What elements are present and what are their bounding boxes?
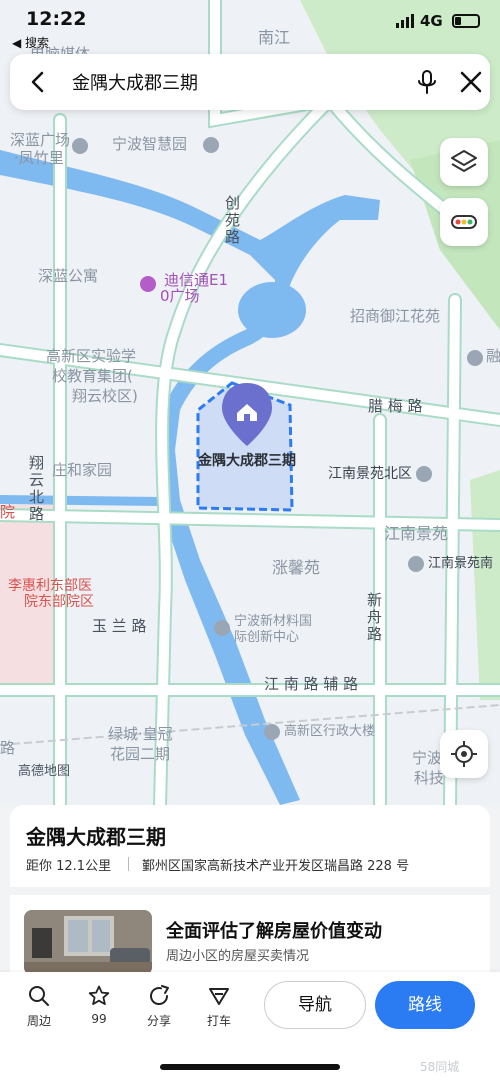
- map-label-fengzhuli: ·凤竹里: [14, 149, 64, 167]
- map-label-school-1: 高新区实验学: [46, 347, 137, 365]
- map-label-lemei-road: 腊 梅 路: [368, 397, 423, 415]
- status-bar: 12:22 ◀ 搜索 4G: [0, 0, 500, 50]
- favorite-count: 99: [91, 1012, 107, 1026]
- poi-dot-icon: [408, 556, 424, 572]
- poi-dot-icon: [416, 466, 432, 482]
- back-arrow-icon[interactable]: [24, 68, 52, 96]
- search-icon: [29, 986, 49, 1006]
- map-label-ningbo-keji: 宁波: [412, 749, 443, 767]
- map-label-chuangyuan-road: 创苑路: [223, 195, 241, 246]
- map-label-zhuanghe: 庄和家园: [52, 461, 113, 479]
- map-label-hospital-2: 院东部院区: [24, 594, 94, 610]
- nearby-button[interactable]: 周边: [14, 984, 64, 1029]
- layers-icon: [451, 150, 477, 172]
- network-type: 4G: [420, 12, 443, 30]
- map-label-yulan-road: 玉 兰 路: [92, 617, 147, 635]
- map-label-xinzhou-road: 新舟路: [365, 592, 383, 643]
- poi-dot-icon: [264, 724, 280, 740]
- place-address: 鄞州区国家高新技术产业开发区瑞昌路 228 号: [142, 859, 410, 874]
- poi-dot-icon: [467, 350, 483, 366]
- map-label-jiangnan-jingyuan: 江南景苑: [384, 524, 449, 543]
- home-indicator[interactable]: [160, 1064, 340, 1070]
- search-query-text[interactable]: 金隅大成郡三期: [72, 69, 198, 95]
- place-detail-card[interactable]: 金隅大成郡三期 距你 12.1公里 鄞州区国家高新技术产业开发区瑞昌路 228 …: [10, 805, 490, 975]
- map-label-dixintong-2: 0广场: [160, 287, 200, 305]
- map-label-right-partial: 融: [486, 347, 500, 365]
- microphone-icon[interactable]: [412, 67, 442, 97]
- poi-dot-icon: [214, 620, 230, 636]
- locate-icon: [451, 741, 477, 767]
- taxi-icon: [209, 988, 229, 1005]
- map-label-zhaoshang: 招商御江花苑: [350, 307, 441, 325]
- search-bar[interactable]: 金隅大成郡三期: [10, 54, 490, 110]
- map-label-zhangxin: 涨馨苑: [272, 558, 321, 577]
- map-label-xincai-2: 际创新中心: [234, 630, 300, 645]
- map-label-jiangnan-jingyuan-south: 江南景苑南: [428, 556, 494, 571]
- map-label-lvcheng-1: 绿城·皇冠: [108, 725, 173, 743]
- close-icon[interactable]: [456, 67, 486, 97]
- poi-dot-icon: [72, 138, 88, 154]
- map-label-jiangnan-jingyuan-north: 江南景苑北区: [328, 466, 412, 482]
- map-label-gaoxin-xingzheng: 高新区行政大楼: [284, 724, 376, 739]
- share-icon: [150, 985, 169, 1005]
- place-title: 金隅大成郡三期: [26, 825, 166, 849]
- taxi-button[interactable]: 打车: [194, 984, 244, 1029]
- status-time: 12:22: [26, 8, 87, 30]
- share-label: 分享: [146, 1014, 171, 1028]
- map-label-ningbo-zhihui: 宁波智慧园: [112, 135, 188, 153]
- signal-icon: [396, 14, 414, 28]
- promo-title[interactable]: 全面评估了解房屋价值变动: [166, 917, 382, 943]
- watermark: 58同城: [420, 1060, 460, 1074]
- living-room-image: [24, 910, 152, 975]
- place-distance: 距你 12.1公里: [26, 859, 112, 874]
- battery-icon: [452, 14, 480, 28]
- traffic-icon: [451, 215, 477, 229]
- section-divider: [10, 887, 490, 895]
- nearby-label: 周边: [26, 1014, 51, 1028]
- promo-subtitle: 周边小区的房屋买卖情况: [166, 949, 310, 964]
- taxi-label: 打车: [206, 1014, 231, 1028]
- back-to-app[interactable]: ◀ 搜索: [12, 34, 49, 51]
- map-logo-gaode: 高德地图: [18, 764, 71, 779]
- map-label-shenlan-gongyu: 深蓝公寓: [38, 267, 99, 285]
- map-label-left-road-partial: 路: [0, 739, 16, 757]
- map-view[interactable]: 电脑媒体 南江 宁波智慧园 深蓝广场 ·凤竹里 创苑路 深蓝公寓 迪信通E1 0…: [0, 0, 500, 805]
- map-label-jiangnan-fudao: 江 南 路 辅 路: [264, 675, 359, 693]
- aoi-name-label[interactable]: 金隅大成郡三期: [198, 450, 296, 470]
- poi-dot-icon: [203, 137, 219, 153]
- star-icon: [88, 985, 110, 1005]
- shopping-pin-icon[interactable]: [140, 276, 156, 292]
- house-thumbnail-image[interactable]: [24, 910, 152, 975]
- map-label-school-3: 翔云校区): [72, 387, 138, 405]
- favorite-button[interactable]: 99: [74, 984, 124, 1026]
- share-button[interactable]: 分享: [134, 984, 184, 1029]
- navigate-button[interactable]: 导航: [264, 981, 366, 1029]
- separator: [128, 857, 129, 871]
- map-label-shenlan-guangchang: 深蓝广场: [10, 131, 71, 149]
- map-label-xiangyun-north: 翔云北路: [27, 455, 45, 523]
- map-label-school-2: 校教育集团(: [52, 367, 133, 385]
- locate-button[interactable]: [440, 730, 488, 778]
- map-label-lvcheng-2: 花园二期: [110, 745, 171, 763]
- layers-button[interactable]: [440, 138, 488, 186]
- map-label-left-partial: 院: [0, 503, 16, 521]
- route-button[interactable]: 路线: [375, 981, 475, 1029]
- traffic-button[interactable]: [440, 198, 488, 246]
